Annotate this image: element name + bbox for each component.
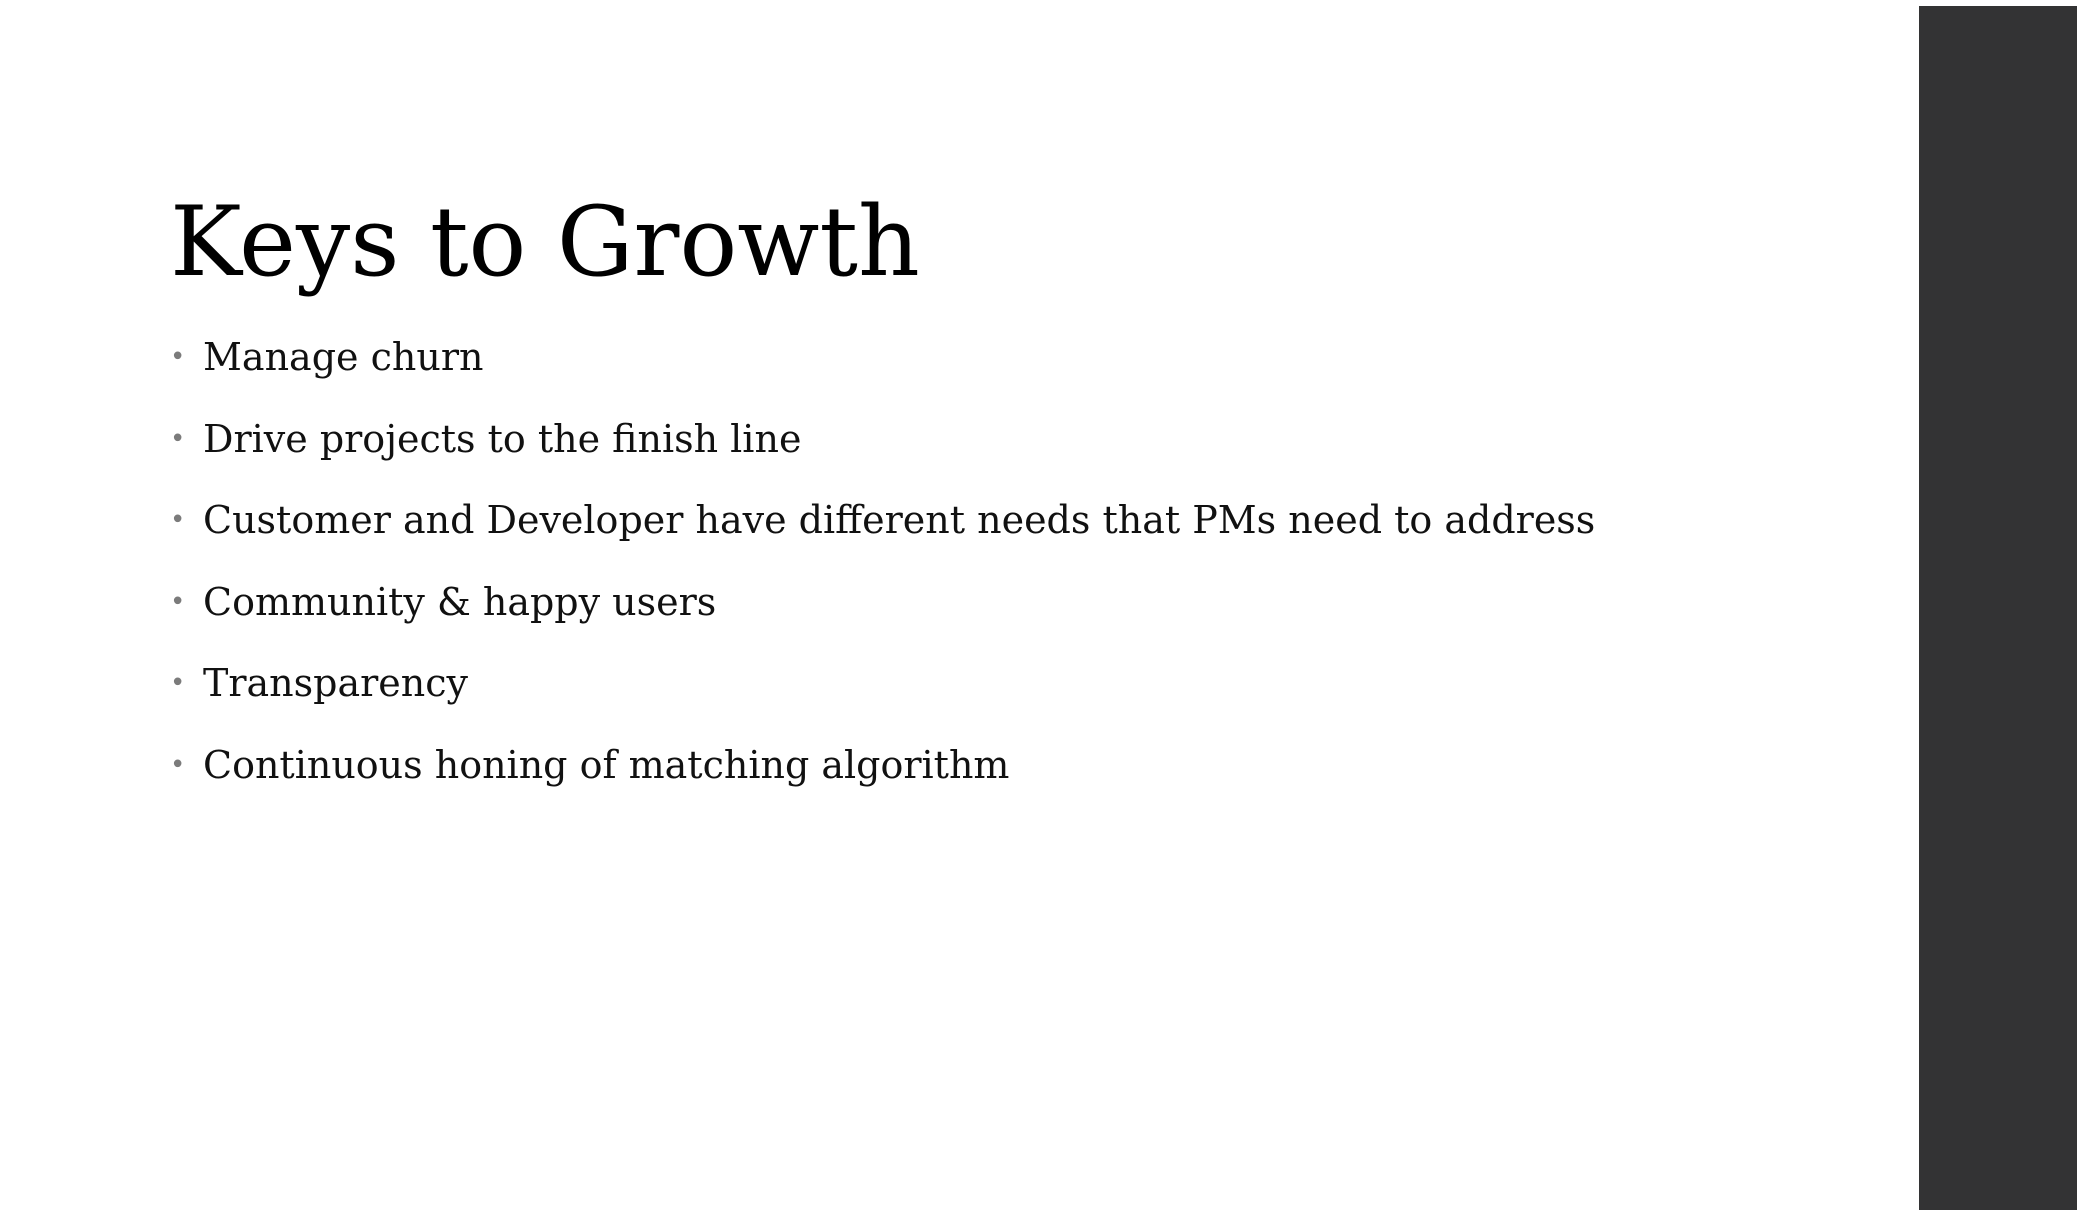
- bullet-icon: •: [170, 342, 186, 372]
- bullet-item: • Community & happy users: [170, 576, 1595, 658]
- slide: Keys to Growth • Manage churn • Drive pr…: [0, 0, 2077, 1216]
- bullet-item: • Transparency: [170, 657, 1595, 739]
- bullet-item: • Customer and Developer have different …: [170, 494, 1595, 576]
- bullet-item: • Continuous honing of matching algorith…: [170, 739, 1595, 821]
- bullet-icon: •: [170, 423, 186, 454]
- slide-title: Keys to Growth: [170, 186, 920, 298]
- bullet-text-matching-algorithm: Continuous honing of matching algorithm: [203, 742, 1010, 787]
- bullet-text-transparency: Transparency: [203, 661, 468, 705]
- bullet-item: • Drive projects to the finish line: [170, 413, 1595, 495]
- bullet-icon: •: [170, 505, 186, 535]
- bullet-text-manage-churn: Manage churn: [203, 335, 484, 379]
- decorative-side-bar: [1919, 6, 2077, 1210]
- bullet-icon: •: [170, 668, 186, 698]
- bullet-icon: •: [170, 749, 186, 780]
- bullet-text-customer-developer-needs: Customer and Developer have different ne…: [203, 498, 1596, 542]
- bullet-text-community: Community & happy users: [203, 579, 717, 624]
- bullet-text-drive-projects: Drive projects to the finish line: [203, 416, 802, 461]
- bullet-icon: •: [170, 586, 186, 617]
- bullet-list: • Manage churn • Drive projects to the f…: [170, 331, 1595, 820]
- bullet-item: • Manage churn: [170, 331, 1595, 413]
